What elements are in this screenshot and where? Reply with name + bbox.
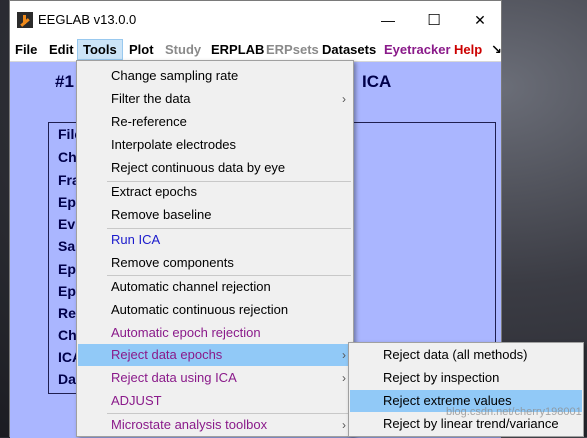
menu-datasets[interactable]: Datasets xyxy=(322,39,376,61)
menu-item-label: Run ICA xyxy=(111,232,161,247)
menu-item-run-ica[interactable]: Run ICA xyxy=(78,229,352,251)
tools-menu: Change sampling rate Filter the data › Re… xyxy=(76,60,354,437)
menu-item-adjust[interactable]: ADJUST xyxy=(78,390,352,412)
menu-item-microstate-analysis-toolbox[interactable]: Microstate analysis toolbox › xyxy=(78,414,352,436)
window-title: EEGLAB v13.0.0 xyxy=(38,12,137,27)
menu-study[interactable]: Study xyxy=(165,39,201,61)
menu-item-label: Change sampling rate xyxy=(111,68,239,83)
menu-overflow-arrow-icon[interactable]: ↘ xyxy=(491,39,502,61)
submenu-item-reject-all-methods[interactable]: Reject data (all methods) xyxy=(350,344,582,366)
menu-erplab[interactable]: ERPLAB xyxy=(211,39,264,61)
menu-item-extract-epochs[interactable]: Extract epochs xyxy=(78,181,352,203)
menu-item-label: Automatic epoch rejection xyxy=(111,325,261,340)
menu-item-label: ADJUST xyxy=(111,393,162,408)
watermark-text: blog.csdn.net/cherry198001 xyxy=(446,406,582,418)
menu-item-label: Reject data using ICA xyxy=(111,370,237,385)
menu-item-label: Interpolate electrodes xyxy=(111,137,237,152)
info-label: Re xyxy=(58,305,76,321)
menu-item-reject-data-using-ica[interactable]: Reject data using ICA › xyxy=(78,367,352,389)
info-label: Ep xyxy=(58,261,76,277)
chevron-right-icon: › xyxy=(342,92,346,106)
menu-item-reject-data-epochs[interactable]: Reject data epochs › xyxy=(78,344,352,366)
menu-item-label: Microstate analysis toolbox xyxy=(111,417,268,432)
menu-item-automatic-continuous-rejection[interactable]: Automatic continuous rejection xyxy=(78,299,352,321)
info-label: Da xyxy=(58,371,76,387)
menu-item-interpolate-electrodes[interactable]: Interpolate electrodes xyxy=(78,134,352,156)
submenu-item-label: Reject by linear trend/variance xyxy=(383,416,559,431)
menu-item-automatic-epoch-rejection[interactable]: Automatic epoch rejection xyxy=(78,322,352,344)
menu-item-label: Filter the data xyxy=(111,91,191,106)
info-label: Ep xyxy=(58,283,76,299)
menu-item-label: Re-reference xyxy=(111,114,187,129)
minimize-icon: — xyxy=(381,12,395,28)
submenu-item-label: Reject data (all methods) xyxy=(383,347,528,362)
close-button[interactable]: ✕ xyxy=(457,1,503,39)
menu-item-change-sampling-rate[interactable]: Change sampling rate xyxy=(78,65,352,87)
menu-plot[interactable]: Plot xyxy=(129,39,154,61)
menu-item-remove-components[interactable]: Remove components xyxy=(78,252,352,274)
menu-item-filter-the-data[interactable]: Filter the data › xyxy=(78,88,352,110)
menu-item-label: Reject continuous data by eye xyxy=(111,160,286,175)
chevron-right-icon: › xyxy=(342,371,346,385)
menu-file[interactable]: File xyxy=(15,39,37,61)
info-label: Ch xyxy=(58,149,77,165)
reject-epochs-submenu: Reject data (all methods) Reject by insp… xyxy=(348,342,584,437)
menu-item-label: Remove components xyxy=(111,255,234,270)
maximize-icon: ☐ xyxy=(427,12,441,29)
menu-item-label: Automatic continuous rejection xyxy=(111,302,289,317)
menu-tools[interactable]: Tools xyxy=(77,39,123,60)
menu-help[interactable]: Help xyxy=(454,39,482,61)
menu-edit[interactable]: Edit xyxy=(49,39,74,61)
menu-item-reject-continuous-by-eye[interactable]: Reject continuous data by eye xyxy=(78,157,352,179)
menu-eyetracker[interactable]: Eyetracker xyxy=(384,39,451,61)
maximize-button[interactable]: ☐ xyxy=(411,1,457,39)
info-label: Ch xyxy=(58,327,77,343)
title-bar[interactable]: EEGLAB v13.0.0 — ☐ ✕ xyxy=(10,1,501,39)
submenu-item-label: Reject by inspection xyxy=(383,370,500,385)
dataset-heading-left: #1 xyxy=(55,72,74,91)
chevron-right-icon: › xyxy=(342,418,346,432)
menu-erpsets[interactable]: ERPsets xyxy=(266,39,319,61)
chevron-right-icon: › xyxy=(342,348,346,362)
menu-item-label: Automatic channel rejection xyxy=(111,279,271,294)
info-label: Ep xyxy=(58,194,76,210)
dataset-heading-right: ICA xyxy=(362,72,392,91)
info-label: Ev xyxy=(58,216,76,232)
submenu-item-reject-by-inspection[interactable]: Reject by inspection xyxy=(350,367,582,389)
menu-item-remove-baseline[interactable]: Remove baseline xyxy=(78,204,352,226)
menu-item-re-reference[interactable]: Re-reference xyxy=(78,111,352,133)
menu-item-automatic-channel-rejection[interactable]: Automatic channel rejection xyxy=(78,276,352,298)
menu-item-label: Remove baseline xyxy=(111,207,212,222)
minimize-button[interactable]: — xyxy=(365,1,411,39)
menu-bar: File Edit Tools Plot Study ERPLAB ERPset… xyxy=(10,39,502,62)
menu-item-label: Extract epochs xyxy=(111,184,197,199)
menu-item-label: Reject data epochs xyxy=(111,347,223,362)
matlab-app-icon xyxy=(17,12,33,28)
close-icon: ✕ xyxy=(474,11,486,28)
info-label: Sa xyxy=(58,238,76,254)
